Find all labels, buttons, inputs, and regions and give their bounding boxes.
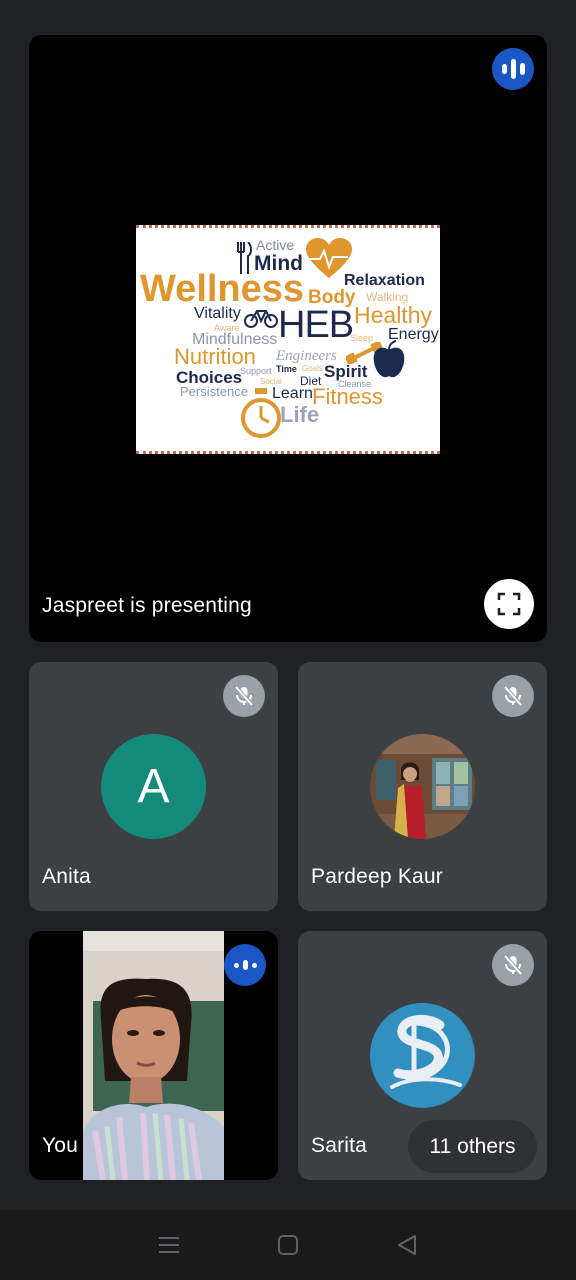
slide-word: Goals	[302, 364, 323, 373]
avatar	[370, 734, 475, 839]
recent-apps-button[interactable]	[149, 1225, 189, 1265]
audio-level-icon	[492, 48, 534, 90]
participant-tile-anita[interactable]: A Anita	[29, 662, 278, 911]
mic-off-icon	[223, 675, 265, 717]
system-nav-bar	[0, 1210, 576, 1280]
slide-word: Wellness	[140, 268, 305, 310]
menu-icon	[159, 1237, 180, 1253]
participant-name: Anita	[42, 865, 91, 888]
shared-slide: Active Mind Wellness Relaxation Body Wal…	[136, 225, 440, 454]
slide-word: Learn	[272, 385, 313, 402]
apple-icon	[372, 340, 406, 385]
participant-name: Sarita	[311, 1134, 368, 1157]
slide-word: Nutrition	[174, 344, 256, 369]
slide-word: Relaxation	[344, 272, 425, 289]
audio-level-icon	[224, 944, 266, 986]
participant-name: You	[42, 1134, 79, 1157]
presentation-tile[interactable]: Active Mind Wellness Relaxation Body Wal…	[29, 35, 547, 642]
home-button[interactable]	[268, 1225, 308, 1265]
mic-off-icon	[492, 675, 534, 717]
slide-word: Active	[256, 237, 295, 253]
slide-word: Spirit	[324, 362, 368, 381]
slide-word: Fitness	[312, 384, 383, 409]
mic-off-icon	[492, 944, 534, 986]
participant-name: Pardeep Kaur	[311, 865, 443, 888]
slide-word: Life	[280, 402, 320, 427]
slide-word: Healthy	[354, 302, 432, 328]
participant-tile-pardeep-kaur[interactable]: Pardeep Kaur	[298, 662, 547, 911]
fullscreen-icon	[497, 592, 521, 616]
home-icon	[277, 1235, 298, 1255]
back-icon	[397, 1235, 416, 1255]
fullscreen-button[interactable]	[484, 579, 534, 629]
slide-word: Vitality	[194, 305, 241, 322]
slide-word: Support	[240, 366, 272, 376]
back-button[interactable]	[387, 1225, 427, 1265]
others-button[interactable]: 11 others	[408, 1120, 537, 1173]
self-camera-video	[83, 931, 224, 1180]
bicycle-icon	[244, 306, 278, 333]
self-view-tile[interactable]: You	[29, 931, 278, 1180]
avatar: A	[101, 734, 206, 839]
slide-word: HEB	[278, 304, 354, 346]
slide-word: Persistence	[180, 384, 248, 399]
meet-call-screen: Active Mind Wellness Relaxation Body Wal…	[0, 0, 576, 1280]
avatar	[370, 1003, 475, 1108]
presenter-label: Jaspreet is presenting	[42, 594, 252, 617]
slide-word: Time	[276, 364, 297, 374]
